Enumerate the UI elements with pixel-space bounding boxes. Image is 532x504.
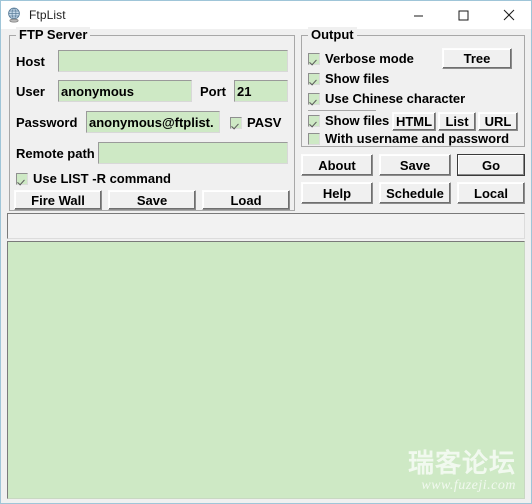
with-credentials-checkbox[interactable]: With username and password [308,132,509,146]
use-chinese-character-checkbox[interactable]: Use Chinese character [308,92,465,106]
with-credentials-checkbox-label: With username and password [325,131,510,146]
use-list-r-checkbox-label: Use LIST -R command [33,171,171,186]
verbose-mode-checkbox-box[interactable] [308,53,320,65]
ftp-server-group: FTP Server Host User Port Password PASV … [9,27,295,211]
port-input[interactable] [234,80,288,102]
with-credentials-checkbox-box[interactable] [308,133,320,145]
list-button[interactable]: List [438,112,476,131]
log-output-pane[interactable]: 瑞客论坛 www.fuzeji.com [7,241,525,499]
watermark-chinese-text: 瑞客论坛 [407,449,516,479]
output-separator [308,110,376,111]
window-controls [396,1,531,29]
config-load-button[interactable]: Load [202,190,290,210]
output-group: Output Verbose mode Show files Use Chine… [301,27,525,147]
show-files-secondary-checkbox-label: Show files [325,113,390,128]
client-area: FTP Server Host User Port Password PASV … [1,27,531,503]
pasv-checkbox[interactable]: PASV [230,116,281,130]
status-pane[interactable] [7,213,525,239]
maximize-icon [458,10,469,20]
firewall-button[interactable]: Fire Wall [14,190,102,210]
url-button[interactable]: URL [478,112,518,131]
go-button[interactable]: Go [457,154,525,176]
config-save-button[interactable]: Save [108,190,196,210]
host-label: Host [16,54,45,69]
maximize-button[interactable] [441,1,486,29]
watermark: 瑞客论坛 www.fuzeji.com [408,450,516,494]
close-button[interactable] [486,1,531,29]
show-files-checkbox-label: Show files [325,71,390,86]
use-chinese-character-checkbox-box[interactable] [308,93,320,105]
use-list-r-checkbox-box[interactable] [16,173,28,185]
pasv-checkbox-label: PASV [247,115,282,130]
tree-button[interactable]: Tree [442,48,512,69]
pasv-checkbox-box[interactable] [230,117,242,129]
application-window: FtpList FTP Server Host User anonymous P… [0,0,532,504]
password-input[interactable] [86,111,220,133]
port-label: Port [200,84,226,99]
schedule-button[interactable]: Schedule [379,182,451,204]
show-files-checkbox-box[interactable] [308,73,320,85]
minimize-button[interactable] [396,1,441,29]
globe-icon [7,7,23,23]
close-icon [503,9,514,21]
output-group-title: Output [308,27,357,42]
ftp-server-group-title: FTP Server [16,27,91,42]
minimize-icon [414,15,423,16]
local-button[interactable]: Local [457,182,525,204]
help-button[interactable]: Help [301,182,373,204]
remote-path-input[interactable] [98,142,288,164]
verbose-mode-checkbox[interactable]: Verbose mode [308,52,414,66]
window-title: FtpList [29,8,66,22]
host-input[interactable] [58,50,288,72]
watermark-url-text: www.fuzeji.com [421,478,516,493]
show-files-checkbox[interactable]: Show files [308,72,389,86]
save-button[interactable]: Save [379,154,451,176]
show-files-secondary-checkbox-box[interactable] [308,115,320,127]
use-chinese-character-checkbox-label: Use Chinese character [325,91,466,106]
user-input[interactable] [58,80,192,102]
show-files-secondary-checkbox[interactable]: Show files [308,114,389,128]
html-button[interactable]: HTML [392,112,436,131]
remote-path-label: Remote path [16,146,95,161]
user-label: User [16,84,45,99]
title-bar: FtpList [1,1,531,29]
password-label: Password [16,115,78,130]
about-button[interactable]: About [301,154,373,176]
verbose-mode-checkbox-label: Verbose mode [325,51,414,66]
use-list-r-checkbox[interactable]: Use LIST -R command [16,172,171,186]
